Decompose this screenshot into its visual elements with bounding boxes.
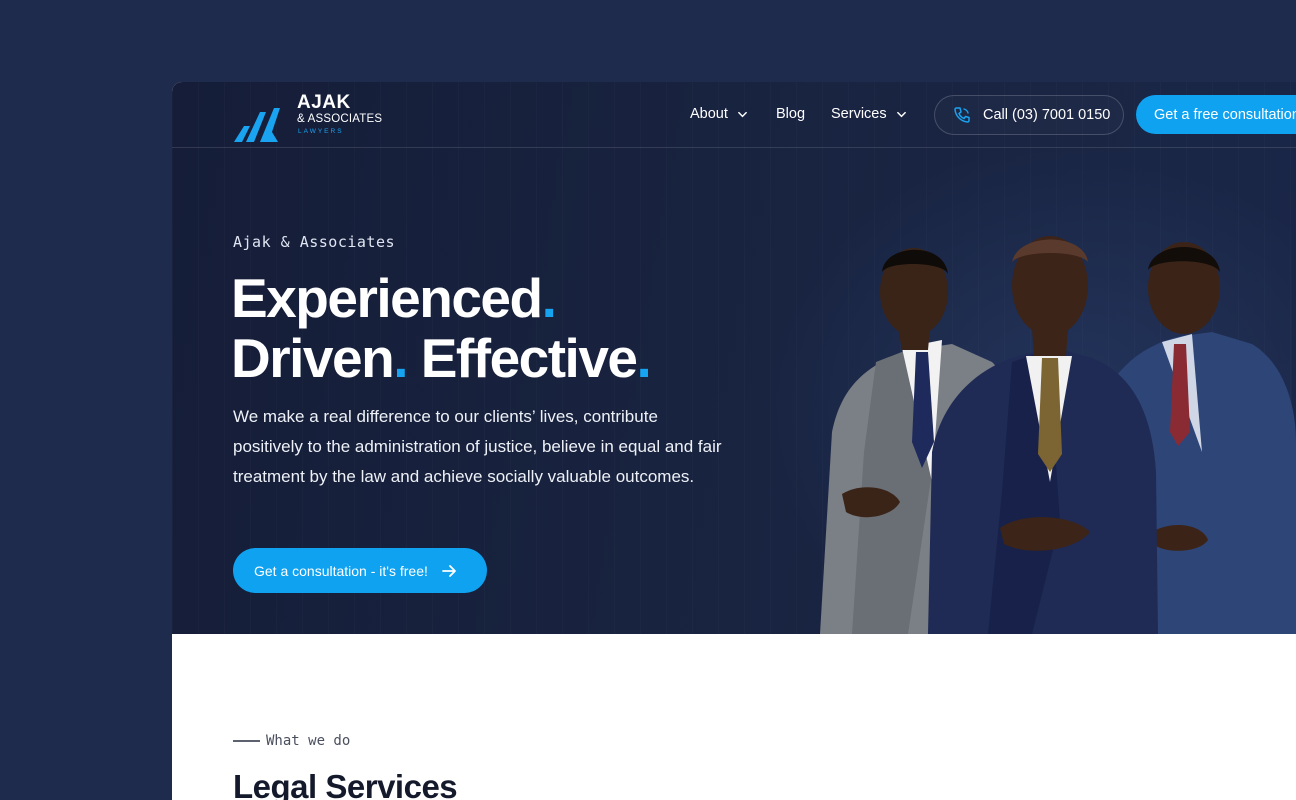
section-eyebrow: What we do	[233, 733, 350, 749]
nav-about-label: About	[690, 106, 728, 122]
logo-mark-icon	[234, 108, 280, 142]
nav-about[interactable]: About	[690, 106, 748, 122]
logo-tagline: LAWYERS	[298, 128, 344, 135]
team-photo	[820, 236, 1296, 634]
hero-headline: Experienced. Driven. Effective.	[231, 267, 652, 389]
section-title: Legal Services	[233, 768, 458, 800]
nav-services[interactable]: Services	[831, 106, 907, 122]
headline-word-1: Experienced	[231, 267, 543, 329]
nav-blog[interactable]: Blog	[776, 106, 805, 122]
logo-subtitle: & ASSOCIATES	[297, 113, 383, 125]
logo-name: AJAK	[297, 92, 351, 113]
headline-dot: .	[541, 267, 557, 329]
chevron-down-icon	[738, 111, 747, 117]
site-header: AJAK & ASSOCIATES LAWYERS About Blog Ser…	[172, 82, 1296, 148]
call-button[interactable]: Call (03) 7001 0150	[934, 95, 1124, 135]
hero-consultation-button[interactable]: Get a consultation - it's free!	[233, 548, 487, 593]
hero-section: AJAK & ASSOCIATES LAWYERS About Blog Ser…	[172, 82, 1296, 634]
headline-dot: .	[636, 327, 652, 389]
headline-word-2: Driven	[231, 327, 395, 389]
chevron-down-icon	[896, 111, 906, 117]
arrow-right-icon	[441, 564, 456, 577]
browser-frame: AJAK & ASSOCIATES LAWYERS About Blog Ser…	[172, 82, 1296, 800]
nav-services-label: Services	[831, 106, 887, 122]
hero-eyebrow: Ajak & Associates	[233, 233, 396, 251]
headline-dot: .	[393, 327, 408, 389]
hero-intro: We make a real difference to our clients…	[233, 407, 722, 486]
free-consultation-label: Get a free consultation	[1154, 106, 1296, 123]
phone-icon	[954, 107, 970, 123]
free-consultation-button[interactable]: Get a free consultation	[1136, 95, 1296, 134]
call-button-label: Call (03) 7001 0150	[983, 107, 1111, 123]
headline-word-3: Effective	[420, 327, 638, 389]
eyebrow-line	[233, 740, 260, 742]
hero-consultation-label: Get a consultation - it's free!	[254, 562, 428, 579]
nav-blog-label: Blog	[776, 106, 806, 122]
lawyer-center-figure	[928, 236, 1158, 634]
logo[interactable]: AJAK & ASSOCIATES LAWYERS	[232, 92, 392, 142]
section-eyebrow-label: What we do	[266, 733, 351, 749]
